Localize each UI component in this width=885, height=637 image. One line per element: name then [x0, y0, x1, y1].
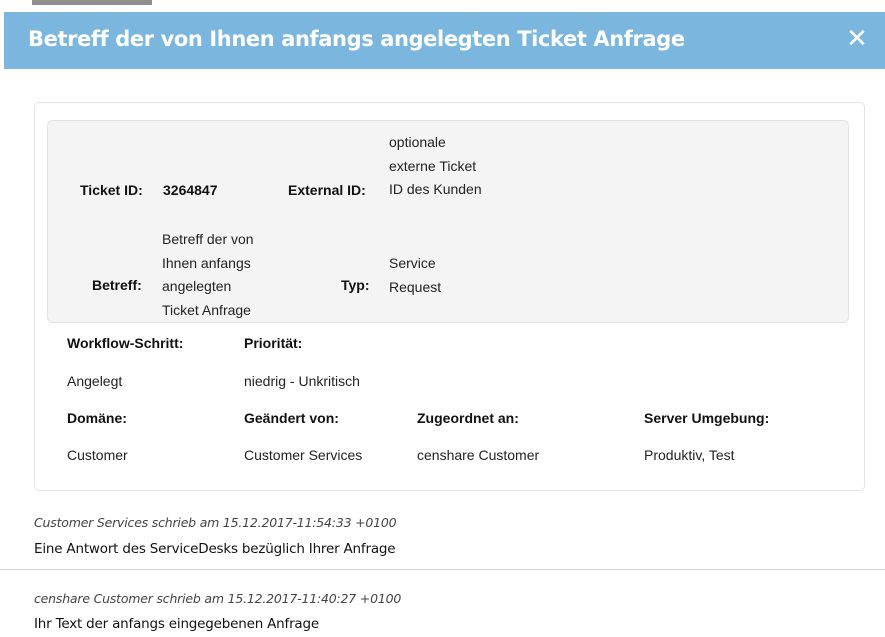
betreff-value: Betreff der von Ihnen anfangs angelegten…	[162, 228, 254, 322]
external-id-line: externe Ticket	[389, 157, 477, 174]
betreff-line: angelegten	[162, 278, 232, 294]
message-text: Ihr Text der anfangs eingegebenen Anfrag…	[34, 616, 319, 632]
typ-line: Service	[389, 255, 436, 271]
ticket-id-label: Ticket ID:	[80, 182, 143, 198]
dialog-header: Betreff der von Ihnen anfangs angelegten…	[4, 12, 885, 69]
workflow-value: Angelegt	[67, 373, 123, 389]
server-value: Produktiv, Test	[644, 447, 735, 463]
prioritaet-label: Priorität:	[244, 335, 303, 351]
external-id-label: External ID:	[288, 182, 366, 198]
geaendert-value: Customer Services	[244, 447, 363, 463]
message-meta: Customer Services schrieb am 15.12.2017-…	[34, 515, 397, 530]
domaene-label: Domäne:	[67, 410, 127, 426]
message-divider	[0, 569, 885, 570]
zugeordnet-value: censhare Customer	[417, 447, 540, 463]
background-window-edge	[32, 0, 152, 5]
betreff-line: Ticket Anfrage	[162, 301, 251, 318]
typ-value: Service Request	[389, 252, 441, 299]
zugeordnet-label: Zugeordnet an:	[417, 410, 519, 426]
message-text: Eine Antwort des ServiceDesks bezüglich …	[34, 541, 396, 557]
background-window-strip	[0, 0, 885, 12]
betreff-line: Ihnen anfangs	[162, 254, 251, 271]
ticket-info-box: Ticket ID: 3264847 External ID: optional…	[47, 120, 849, 323]
geaendert-label: Geändert von:	[244, 410, 339, 426]
workflow-label: Workflow-Schritt:	[67, 335, 184, 351]
betreff-line: Betreff der von	[162, 231, 254, 247]
ticket-details-card: Ticket ID: 3264847 External ID: optional…	[34, 102, 865, 491]
typ-line: Request	[389, 278, 442, 295]
external-id-line: ID des Kunden	[389, 181, 482, 197]
message-meta: censhare Customer schrieb am 15.12.2017-…	[34, 591, 402, 606]
betreff-label: Betreff:	[92, 277, 142, 293]
external-id-line: optionale	[389, 134, 446, 150]
ticket-id-value: 3264847	[163, 182, 218, 198]
close-icon[interactable]: ✕	[843, 24, 871, 54]
prioritaet-value: niedrig - Unkritisch	[244, 373, 360, 389]
domaene-value: Customer	[67, 447, 128, 463]
external-id-value: optionale externe Ticket ID des Kunden	[389, 131, 482, 202]
typ-label: Typ:	[341, 277, 370, 293]
server-label: Server Umgebung:	[644, 410, 770, 426]
dialog-title: Betreff der von Ihnen anfangs angelegten…	[28, 27, 685, 51]
